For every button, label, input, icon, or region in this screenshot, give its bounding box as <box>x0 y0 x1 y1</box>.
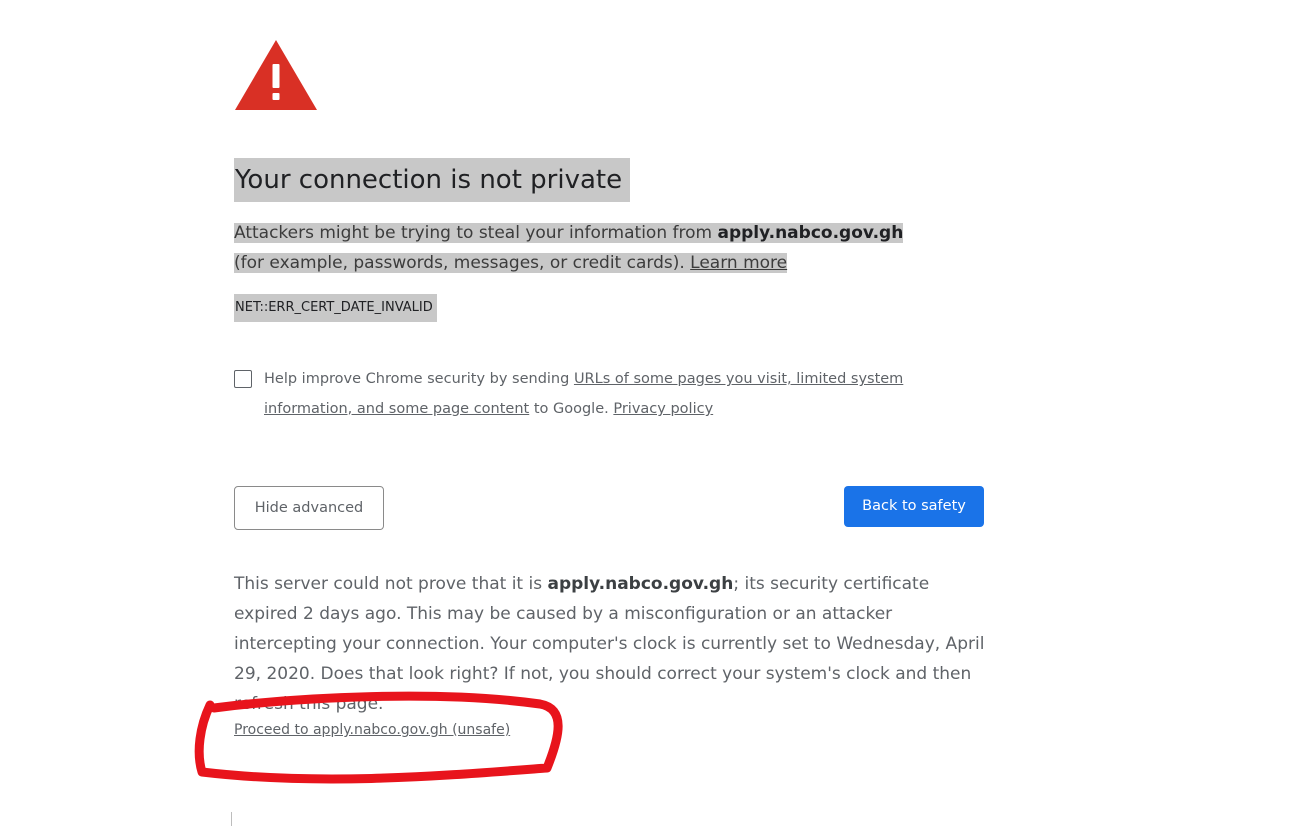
details-text: This server could not prove that it is a… <box>234 569 994 719</box>
hide-advanced-button[interactable]: Hide advanced <box>234 486 384 530</box>
optin-checkbox[interactable] <box>234 370 252 388</box>
optin-text: Help improve Chrome security by sending … <box>264 364 924 424</box>
details-suffix: ; its security certificate expired 2 day… <box>234 574 985 714</box>
details-host: apply.nabco.gov.gh <box>547 574 734 594</box>
host-name: apply.nabco.gov.gh <box>717 223 904 243</box>
optin-prefix: Help improve Chrome security by sending <box>264 371 574 387</box>
learn-more-link[interactable]: Learn more <box>690 253 787 273</box>
back-to-safety-button[interactable]: Back to safety <box>844 486 984 527</box>
error-code: NET::ERR_CERT_DATE_INVALID <box>234 294 437 322</box>
intro-prefix: Attackers might be trying to steal your … <box>234 223 718 243</box>
page-title: Your connection is not private <box>234 158 631 202</box>
edge-divider <box>231 812 232 826</box>
warning-triangle-icon <box>235 40 317 110</box>
details-prefix: This server could not prove that it is <box>234 574 548 594</box>
intro-middle: (for example, passwords, messages, or cr… <box>234 253 691 273</box>
intro-text: Attackers might be trying to steal your … <box>234 218 924 278</box>
optin-middle: to Google. <box>529 401 614 417</box>
proceed-unsafe-link[interactable]: Proceed to apply.nabco.gov.gh (unsafe) <box>234 718 510 742</box>
privacy-policy-link[interactable]: Privacy policy <box>613 401 713 417</box>
interstitial-page: Your connection is not private Attackers… <box>234 0 994 826</box>
